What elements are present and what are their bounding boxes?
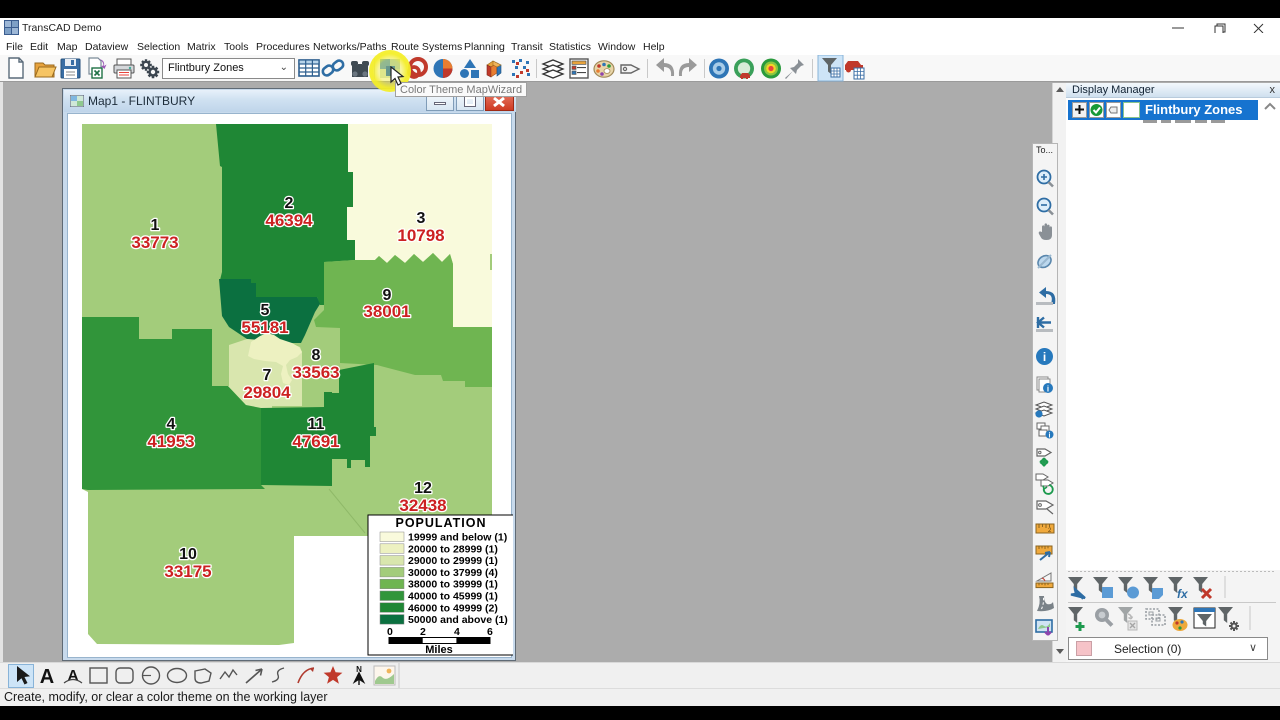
svg-text:33175: 33175 — [164, 562, 211, 581]
svg-text:38000 to 39999 (1): 38000 to 39999 (1) — [408, 579, 498, 591]
svg-text:A: A — [68, 667, 79, 684]
svg-text:12: 12 — [414, 480, 432, 497]
svg-text:8: 8 — [312, 347, 321, 364]
svg-text:30000 to 37999 (4): 30000 to 37999 (4) — [408, 567, 498, 579]
svg-text:10: 10 — [179, 546, 197, 563]
svg-text:40000 to 45999 (1): 40000 to 45999 (1) — [408, 591, 498, 603]
svg-text:46000 to 49999 (2): 46000 to 49999 (2) — [408, 602, 498, 614]
svg-text:46394: 46394 — [265, 211, 313, 230]
svg-text:41953: 41953 — [147, 432, 194, 451]
svg-text:1: 1 — [151, 217, 160, 234]
svg-text:10798: 10798 — [397, 226, 444, 245]
svg-text:5: 5 — [261, 302, 270, 319]
svg-text:fx: fx — [1177, 587, 1189, 601]
svg-text:3: 3 — [417, 210, 426, 227]
svg-text:2: 2 — [285, 195, 294, 212]
svg-text:i: i — [1043, 350, 1046, 364]
svg-text:i: i — [1047, 385, 1049, 394]
svg-text:32438: 32438 — [399, 496, 446, 515]
svg-text:55181: 55181 — [241, 318, 288, 337]
svg-text:7: 7 — [263, 367, 272, 384]
svg-text:50000 and above (1): 50000 and above (1) — [408, 614, 508, 626]
svg-text:2: 2 — [420, 626, 426, 638]
svg-text:POPULATION: POPULATION — [395, 516, 486, 530]
svg-text:4: 4 — [167, 416, 176, 433]
svg-text:4: 4 — [454, 626, 460, 638]
svg-text:0: 0 — [387, 626, 393, 638]
svg-text:Miles: Miles — [425, 644, 453, 656]
svg-text:47691: 47691 — [292, 432, 339, 451]
svg-text:33563: 33563 — [292, 363, 339, 382]
svg-text:A: A — [40, 666, 54, 688]
svg-text:38001: 38001 — [363, 302, 410, 321]
svg-text:i: i — [1049, 433, 1051, 440]
svg-text:33773: 33773 — [131, 233, 178, 252]
svg-text:19999 and below (1): 19999 and below (1) — [408, 532, 507, 544]
svg-text:20000 to 28999 (1): 20000 to 28999 (1) — [408, 543, 498, 555]
svg-text:11: 11 — [308, 416, 325, 433]
svg-text:29804: 29804 — [243, 383, 291, 402]
svg-text:29000 to 29999 (1): 29000 to 29999 (1) — [408, 555, 498, 567]
svg-text:6: 6 — [487, 626, 493, 638]
